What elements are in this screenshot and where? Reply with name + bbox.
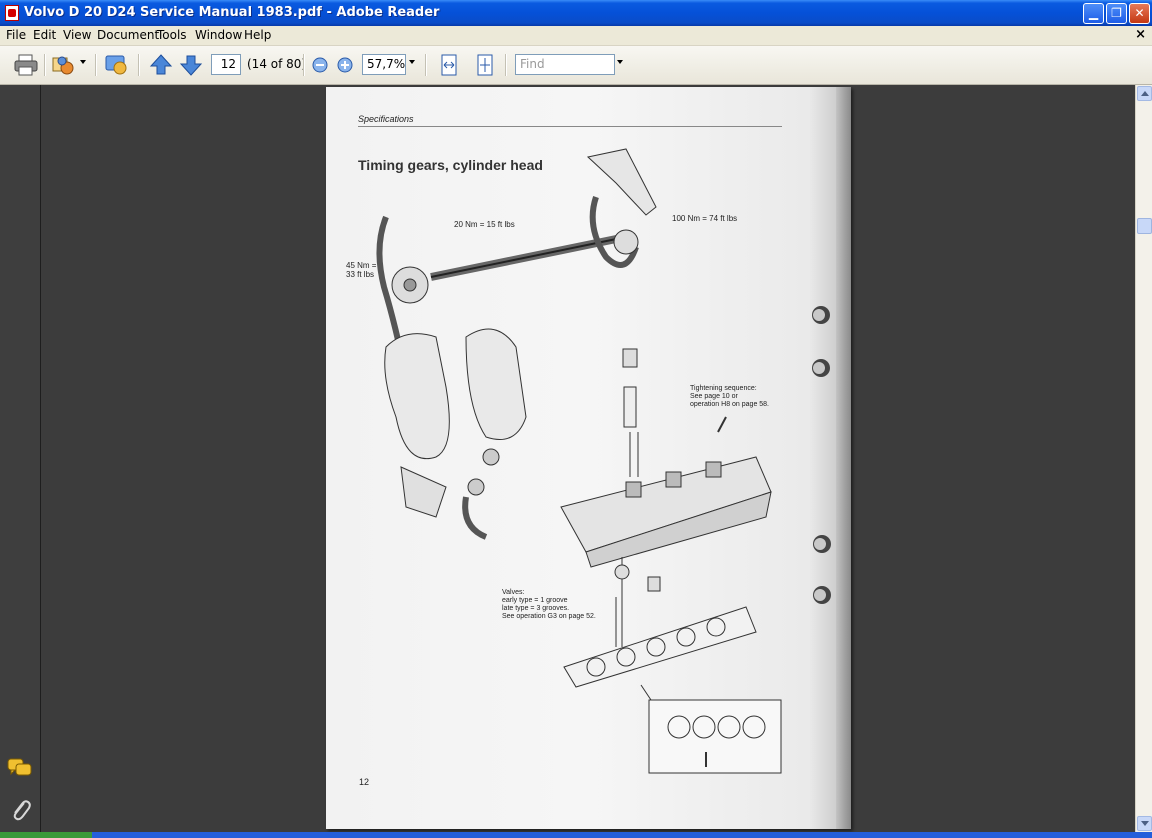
- adobe-reader-app-icon[interactable]: [5, 5, 19, 21]
- arrow-up-icon: [149, 54, 173, 75]
- zoom-in-button[interactable]: [336, 52, 354, 78]
- arrow-down-icon: [179, 55, 203, 76]
- tightening-note-1: Tightening sequence:: [690, 385, 757, 392]
- minimize-icon: ▁: [1088, 6, 1099, 20]
- scroll-up-button[interactable]: [1137, 86, 1152, 101]
- restore-button[interactable]: ❐: [1106, 3, 1127, 24]
- zoom-level-input[interactable]: 57,7%: [362, 54, 406, 75]
- taskbar-strip: [0, 832, 1152, 838]
- zoom-out-button[interactable]: [311, 52, 329, 78]
- torque-label-100nm: 100 Nm = 74 ft lbs: [672, 214, 738, 223]
- collaborate-icon: [105, 55, 127, 75]
- page-count: (14 of 80): [247, 57, 307, 71]
- window-title: Volvo D 20 D24 Service Manual 1983.pdf -…: [24, 5, 440, 20]
- menu-window[interactable]: Window: [195, 28, 242, 42]
- comments-icon[interactable]: [7, 757, 33, 779]
- organizer-button[interactable]: [50, 52, 78, 78]
- torque-label-45nm-ftlbs: 33 ft lbs: [346, 270, 375, 279]
- menu-edit[interactable]: Edit: [33, 28, 56, 42]
- valves-note-4: See operation G3 on page 52.: [502, 613, 596, 620]
- torque-label-45nm: 45 Nm =: [346, 261, 377, 270]
- menu-view[interactable]: View: [63, 28, 91, 42]
- paperclip-icon[interactable]: [9, 797, 31, 823]
- page-number-input[interactable]: 12: [211, 54, 241, 75]
- fit-width-button[interactable]: [438, 52, 460, 78]
- scroll-thumb[interactable]: [1137, 218, 1152, 234]
- valves-note-2: early type = 1 groove: [502, 597, 568, 604]
- scroll-down-button[interactable]: [1137, 816, 1152, 831]
- zoom-dropdown-arrow[interactable]: [409, 60, 415, 64]
- exploded-diagram: [376, 148, 831, 774]
- menu-file[interactable]: File: [6, 28, 26, 42]
- menu-help[interactable]: Help: [244, 28, 271, 42]
- document-view[interactable]: Specifications Timing gears, cylinder he…: [41, 85, 1135, 832]
- page-number-footer: 12: [359, 777, 370, 787]
- close-icon: ✕: [1134, 6, 1145, 20]
- zoom-out-icon: [312, 57, 328, 73]
- fit-width-icon: [441, 54, 457, 76]
- find-dropdown-arrow[interactable]: [617, 60, 623, 64]
- menu-bar: File Edit View Document Tools Window Hel…: [0, 26, 1152, 46]
- menu-tools[interactable]: Tools: [157, 28, 187, 42]
- fit-page-button[interactable]: [474, 52, 496, 78]
- previous-page-button[interactable]: [149, 52, 173, 78]
- close-window-button[interactable]: ✕: [1129, 3, 1150, 24]
- tightening-note-2: See page 10 or: [690, 393, 738, 400]
- restore-icon: ❐: [1111, 6, 1122, 20]
- vertical-scrollbar[interactable]: [1135, 85, 1152, 832]
- navigation-pane: [0, 85, 41, 832]
- printer-icon: [14, 54, 38, 76]
- menu-document[interactable]: Document: [97, 28, 159, 42]
- next-page-button[interactable]: [179, 52, 203, 78]
- print-button[interactable]: [12, 52, 40, 78]
- title-bar: Volvo D 20 D24 Service Manual 1983.pdf -…: [0, 0, 1152, 26]
- valves-note-1: Valves:: [502, 589, 525, 596]
- fit-page-icon: [477, 54, 493, 76]
- organizer-icon: [52, 56, 74, 75]
- pdf-page: Specifications Timing gears, cylinder he…: [326, 87, 851, 829]
- valves-note-3: late type = 3 grooves.: [502, 605, 570, 612]
- toolbar: 12 (14 of 80) 57,7% Find: [0, 46, 1152, 85]
- minimize-button[interactable]: ▁: [1083, 3, 1104, 24]
- close-document-button[interactable]: ×: [1135, 27, 1146, 42]
- find-input[interactable]: Find: [515, 54, 615, 75]
- tightening-note-3: operation H8 on page 58.: [690, 401, 770, 408]
- torque-label-20nm: 20 Nm = 15 ft lbs: [454, 220, 515, 229]
- collaborate-button[interactable]: [102, 52, 130, 78]
- zoom-in-icon: [337, 57, 353, 73]
